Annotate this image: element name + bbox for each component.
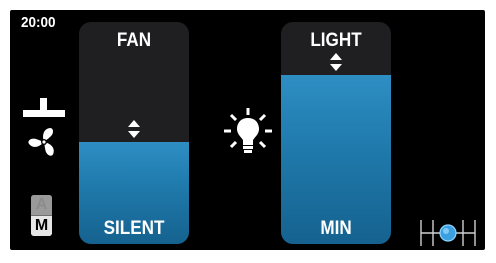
light-slider[interactable]: LIGHT MIN [281,22,391,244]
fan-value-label: SILENT [103,218,165,239]
fan-title: FAN [116,30,152,51]
light-title: LIGHT [310,30,362,51]
fan-control-icon [22,98,68,168]
fan-slider[interactable]: FAN SILENT [79,22,189,244]
fan-slider-handle-icon[interactable] [126,118,142,140]
light-slider-handle-icon[interactable] [328,51,344,73]
mode-auto-option[interactable]: A [31,195,52,215]
scene-switch-icon[interactable] [419,218,481,248]
bulb-icon [222,107,274,159]
mode-manual-option[interactable]: M [31,216,52,236]
mode-toggle[interactable]: A M [31,195,52,236]
light-value-label: MIN [320,218,352,239]
clock-time: 20:00 [21,14,56,31]
control-screen: 20:00 FAN SILENT LIGHT MIN A M [10,10,485,250]
